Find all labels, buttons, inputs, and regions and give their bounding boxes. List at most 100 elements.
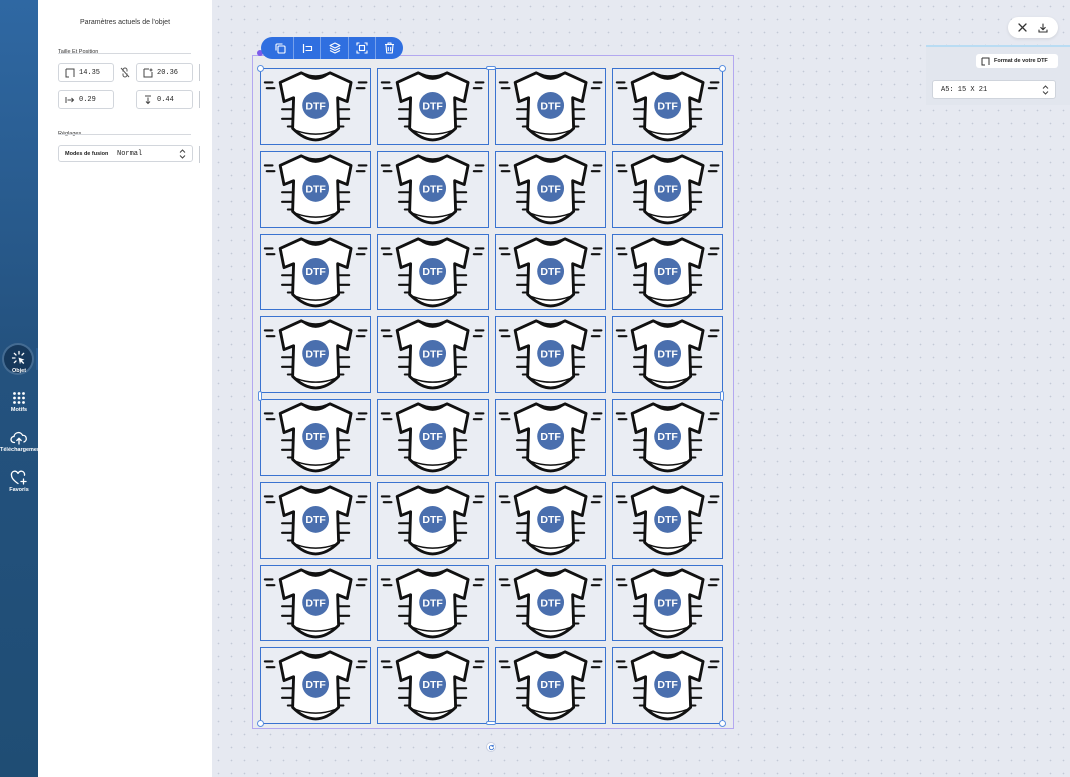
rotate-handle[interactable]	[486, 742, 496, 752]
motif-cell[interactable]: DTF	[494, 564, 606, 642]
motif-cell[interactable]: DTF	[377, 647, 489, 724]
motif-cell[interactable]: DTF	[611, 481, 723, 559]
fit-button[interactable]	[349, 37, 376, 59]
duplicate-icon	[275, 42, 286, 54]
tshirt-dtf-icon: DTF	[496, 69, 605, 144]
motif-cell[interactable]: DTF	[260, 481, 372, 559]
tshirt-dtf-icon: DTF	[496, 235, 605, 310]
download-icon[interactable]	[1038, 22, 1048, 33]
motif-label: DTF	[657, 514, 678, 526]
motif-grid[interactable]: DTF DTF DTF DTF DTF DTF DTF DTF DTF DTF DTF DTF DTF D…	[260, 68, 723, 724]
tshirt-dtf-icon: DTF	[496, 483, 605, 558]
sidebar-item-label: Objet	[11, 368, 27, 374]
position-y-field[interactable]: 0.44	[136, 90, 193, 109]
height-field[interactable]: 20.36	[136, 63, 193, 82]
motif-cell[interactable]: DTF	[494, 68, 606, 145]
section-divider	[58, 134, 191, 135]
motif-label: DTF	[305, 680, 326, 692]
motif-cell[interactable]: DTF	[494, 316, 606, 393]
motif-cell[interactable]: DTF	[494, 481, 606, 559]
motif-cell[interactable]: DTF	[377, 399, 489, 476]
motif-label: DTF	[540, 431, 561, 443]
motif-cell[interactable]: DTF	[377, 316, 489, 393]
motif-cell[interactable]: DTF	[494, 233, 606, 311]
blend-mode-label: Modes de fusion	[65, 151, 109, 157]
height-value: 20.36	[157, 69, 179, 77]
tshirt-dtf-icon: DTF	[613, 235, 722, 310]
motif-cell[interactable]: DTF	[494, 150, 606, 228]
resize-handle-top-left[interactable]	[257, 65, 264, 72]
link-proportions-icon[interactable]	[120, 67, 130, 78]
resize-handle-top-right[interactable]	[719, 65, 726, 72]
sidebar-item-motifs[interactable]: Motifs	[0, 391, 38, 413]
resize-handle-bottom[interactable]	[486, 721, 496, 725]
tshirt-dtf-icon: DTF	[613, 566, 722, 641]
motif-cell[interactable]: DTF	[494, 647, 606, 724]
motif-cell[interactable]: DTF	[611, 399, 723, 476]
layers-button[interactable]	[321, 37, 349, 59]
heart-plus-icon	[10, 470, 27, 485]
tshirt-dtf-icon: DTF	[613, 152, 722, 227]
sidebar-item-telechargements[interactable]: Téléchargements	[0, 431, 45, 453]
motif-cell[interactable]: DTF	[494, 399, 606, 476]
tshirt-dtf-icon: DTF	[496, 400, 605, 475]
motif-label: DTF	[540, 514, 561, 526]
motif-label: DTF	[657, 100, 678, 112]
left-rail: Objet Motifs Téléchargements Favoris	[0, 0, 45, 777]
section-divider	[58, 53, 191, 54]
motif-cell[interactable]: DTF	[260, 233, 372, 311]
tshirt-dtf-icon: DTF	[261, 152, 370, 227]
motif-cell[interactable]: DTF	[260, 399, 372, 476]
tshirt-dtf-icon: DTF	[613, 317, 722, 392]
tshirt-dtf-icon: DTF	[378, 317, 487, 392]
resize-handle-bottom-right[interactable]	[719, 720, 726, 727]
duplicate-button[interactable]	[267, 37, 295, 59]
motif-label: DTF	[305, 431, 326, 443]
motif-cell[interactable]: DTF	[611, 647, 723, 724]
dtf-format-select[interactable]: A5: 15 X 21	[932, 80, 1056, 99]
align-button[interactable]	[294, 37, 322, 59]
motif-cell[interactable]: DTF	[611, 150, 723, 228]
motif-cell[interactable]: DTF	[377, 150, 489, 228]
delete-button[interactable]	[376, 37, 403, 59]
motif-cell[interactable]: DTF	[611, 68, 723, 145]
close-icon[interactable]	[1018, 23, 1027, 32]
motif-label: DTF	[423, 680, 444, 692]
resize-handle-top[interactable]	[486, 66, 496, 70]
resize-handle-bottom-left[interactable]	[257, 720, 264, 727]
field-edge	[199, 64, 200, 81]
sidebar-item-favoris[interactable]: Favoris	[0, 470, 38, 493]
motif-label: DTF	[305, 597, 326, 609]
layers-icon	[328, 42, 341, 54]
position-x-field[interactable]: 0.29	[58, 90, 114, 109]
object-toolbar	[261, 37, 403, 59]
motif-cell[interactable]: DTF	[611, 233, 723, 311]
motif-cell[interactable]: DTF	[377, 233, 489, 311]
motif-cell[interactable]: DTF	[377, 564, 489, 642]
motif-cell[interactable]: DTF	[611, 316, 723, 393]
tshirt-dtf-icon: DTF	[496, 648, 605, 723]
frame-size-icon	[981, 57, 990, 66]
motif-cell[interactable]: DTF	[260, 647, 372, 724]
resize-handle-right[interactable]	[720, 391, 724, 401]
motif-cell[interactable]: DTF	[611, 564, 723, 642]
sidebar-item-label: Motifs	[10, 407, 28, 413]
tshirt-dtf-icon: DTF	[261, 566, 370, 641]
motif-cell[interactable]: DTF	[260, 150, 372, 228]
chevron-updown-icon	[179, 149, 186, 159]
width-icon	[65, 68, 75, 78]
motif-cell[interactable]: DTF	[260, 316, 372, 393]
motif-label: DTF	[423, 514, 444, 526]
resize-handle-left[interactable]	[258, 391, 262, 401]
motif-cell[interactable]: DTF	[377, 68, 489, 145]
motif-label: DTF	[540, 100, 561, 112]
blend-mode-select[interactable]: Modes de fusion Normal	[58, 145, 193, 162]
width-field[interactable]: 14.35	[58, 63, 114, 82]
arrow-down-icon	[145, 95, 151, 105]
motif-cell[interactable]: DTF	[377, 481, 489, 559]
motif-cell[interactable]: DTF	[260, 564, 372, 642]
tshirt-dtf-icon: DTF	[261, 400, 370, 475]
motif-label: DTF	[423, 431, 444, 443]
motif-cell[interactable]: DTF	[260, 68, 372, 145]
sidebar-item-objet[interactable]: Objet	[0, 350, 38, 374]
